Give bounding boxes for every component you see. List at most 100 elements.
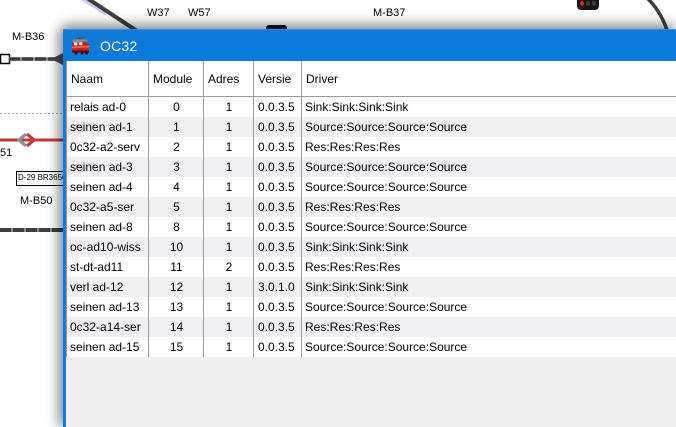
- cell-driver: Res:Res:Res:Res: [302, 137, 676, 157]
- cell-adres: 1: [204, 277, 254, 297]
- cell-adres: 1: [204, 177, 254, 197]
- cell-naam: 0c32-a14-ser: [67, 317, 149, 337]
- table-row[interactable]: relais ad-0010.0.3.5Sink:Sink:Sink:Sink: [67, 97, 676, 118]
- cell-naam: st-dt-ad11: [67, 257, 149, 277]
- screen: M-B36 W37 W57 M-B37 51 D-29 BR3656 M-B50: [0, 0, 676, 427]
- track-arrow-icon: [51, 53, 63, 65]
- column-header-driver[interactable]: Driver: [302, 61, 676, 97]
- cell-adres: 2: [204, 257, 254, 277]
- column-header-versie[interactable]: Versie: [254, 61, 302, 97]
- cell-adres: 1: [204, 317, 254, 337]
- cell-module: 13: [149, 297, 204, 317]
- cell-naam: seinen ad-15: [67, 337, 149, 357]
- cell-naam: seinen ad-8: [67, 217, 149, 237]
- cell-versie: 0.0.3.5: [254, 137, 302, 157]
- cell-versie: 0.0.3.5: [254, 197, 302, 217]
- cell-naam: oc-ad10-wiss: [67, 237, 149, 257]
- cell-versie: 0.0.3.5: [254, 117, 302, 137]
- cell-driver: Source:Source:Source:Source: [302, 117, 676, 137]
- table-row[interactable]: seinen ad-3310.0.3.5Source:Source:Source…: [67, 157, 676, 177]
- block-label-mb37: M-B37: [373, 7, 405, 20]
- cell-module: 10: [149, 237, 204, 257]
- cell-adres: 1: [204, 297, 254, 317]
- cell-adres: 1: [204, 157, 254, 177]
- cell-driver: Source:Source:Source:Source: [302, 217, 676, 237]
- cell-versie: 0.0.3.5: [254, 97, 302, 118]
- column-header-module[interactable]: Module: [149, 61, 204, 97]
- table-row[interactable]: seinen ad-4410.0.3.5Source:Source:Source…: [67, 177, 676, 197]
- track-diagonal[interactable]: [87, 0, 137, 31]
- table-row[interactable]: seinen ad-1110.0.3.5Source:Source:Source…: [67, 117, 676, 137]
- column-header-naam[interactable]: Naam: [67, 61, 149, 97]
- cell-naam: seinen ad-4: [67, 177, 149, 197]
- table-row[interactable]: seinen ad-151510.0.3.5Source:Source:Sour…: [67, 337, 676, 357]
- dialog-body: Naam Module Adres Versie Driver relais a…: [63, 61, 676, 427]
- cell-module: 11: [149, 257, 204, 277]
- cell-driver: Source:Source:Source:Source: [302, 177, 676, 197]
- locomotive-icon: [70, 36, 93, 55]
- cell-versie: 3.0.1.0: [254, 277, 302, 297]
- cell-module: 12: [149, 277, 204, 297]
- cell-naam: 0c32-a2-serv: [67, 137, 149, 157]
- signal-lamp-off-1: [586, 1, 590, 6]
- cell-adres: 1: [204, 97, 254, 118]
- table-row[interactable]: 0c32-a2-serv210.0.3.5Res:Res:Res:Res: [67, 137, 676, 157]
- table-row[interactable]: 0c32-a5-ser510.0.3.5Res:Res:Res:Res: [67, 197, 676, 217]
- table-row[interactable]: oc-ad10-wiss1010.0.3.5Sink:Sink:Sink:Sin…: [67, 237, 676, 257]
- oc32-module-table: Naam Module Adres Versie Driver relais a…: [66, 61, 676, 357]
- cell-module: 14: [149, 317, 204, 337]
- track-curve[interactable]: [647, 0, 667, 30]
- signal-icon[interactable]: [577, 0, 599, 10]
- window-title: OC32: [100, 38, 137, 54]
- cell-driver: Res:Res:Res:Res: [302, 257, 676, 277]
- cell-driver: Source:Source:Source:Source: [302, 297, 676, 317]
- column-header-adres[interactable]: Adres: [204, 61, 254, 97]
- cell-versie: 0.0.3.5: [254, 177, 302, 197]
- cell-driver: Sink:Sink:Sink:Sink: [302, 237, 676, 257]
- cell-versie: 0.0.3.5: [254, 237, 302, 257]
- cell-versie: 0.0.3.5: [254, 297, 302, 317]
- cell-adres: 1: [204, 117, 254, 137]
- table-row[interactable]: seinen ad-8810.0.3.5Source:Source:Source…: [67, 217, 676, 237]
- cell-module: 5: [149, 197, 204, 217]
- cell-versie: 0.0.3.5: [254, 337, 302, 357]
- cell-module: 3: [149, 157, 204, 177]
- cell-module: 0: [149, 97, 204, 118]
- cell-module: 1: [149, 117, 204, 137]
- table-header-row: Naam Module Adres Versie Driver: [67, 61, 676, 97]
- oc32-dialog-window: OC32 Naam Module Adres Versie Driver rel…: [63, 29, 676, 427]
- cell-naam: seinen ad-1: [67, 117, 149, 137]
- cell-versie: 0.0.3.5: [254, 157, 302, 177]
- cell-naam: seinen ad-13: [67, 297, 149, 317]
- cell-naam: seinen ad-3: [67, 157, 149, 177]
- cell-adres: 1: [204, 237, 254, 257]
- signal-lamp-off-2: [592, 1, 596, 6]
- cell-module: 8: [149, 217, 204, 237]
- cell-naam: verl ad-12: [67, 277, 149, 297]
- table-row[interactable]: 0c32-a14-ser1410.0.3.5Res:Res:Res:Res: [67, 317, 676, 337]
- cell-driver: Source:Source:Source:Source: [302, 157, 676, 177]
- buffer-stop-icon[interactable]: [1, 55, 10, 64]
- cell-module: 2: [149, 137, 204, 157]
- block-label-mb50: M-B50: [20, 195, 52, 208]
- cell-versie: 0.0.3.5: [254, 257, 302, 277]
- cell-adres: 1: [204, 137, 254, 157]
- titlebar[interactable]: OC32: [63, 29, 676, 61]
- cell-driver: Res:Res:Res:Res: [302, 317, 676, 337]
- cell-module: 15: [149, 337, 204, 357]
- cell-adres: 1: [204, 197, 254, 217]
- table-row[interactable]: verl ad-121213.0.1.0Sink:Sink:Sink:Sink: [67, 277, 676, 297]
- train-description-label[interactable]: D-29 BR3656: [16, 171, 66, 186]
- cell-adres: 1: [204, 337, 254, 357]
- cell-versie: 0.0.3.5: [254, 217, 302, 237]
- signal-lamp-red: [580, 1, 584, 6]
- table-row[interactable]: seinen ad-131310.0.3.5Source:Source:Sour…: [67, 297, 676, 317]
- block-label-mb36: M-B36: [12, 31, 44, 44]
- table-row[interactable]: st-dt-ad111120.0.3.5Res:Res:Res:Res: [67, 257, 676, 277]
- switch-label-w37: W37: [147, 7, 170, 20]
- cell-driver: Sink:Sink:Sink:Sink: [302, 97, 676, 118]
- switch-label-w57: W57: [188, 7, 211, 20]
- oc32-table-body: relais ad-0010.0.3.5Sink:Sink:Sink:Sinks…: [67, 97, 676, 358]
- cell-driver: Res:Res:Res:Res: [302, 197, 676, 217]
- cell-naam: 0c32-a5-ser: [67, 197, 149, 217]
